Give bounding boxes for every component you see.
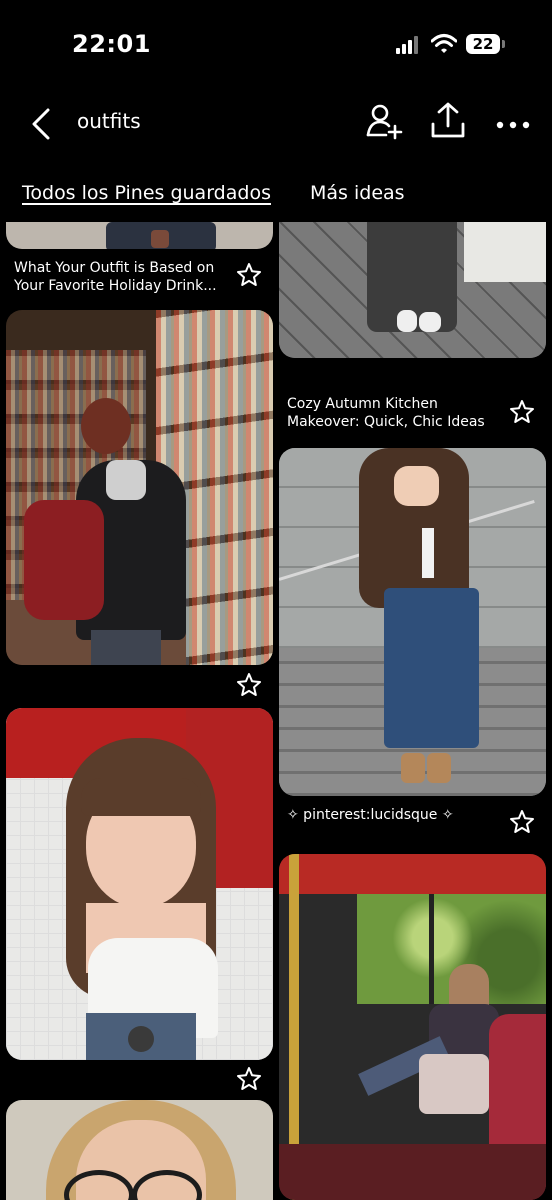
pin-image[interactable]: [279, 222, 546, 358]
board-title: outfits: [77, 109, 141, 133]
status-bar: 22:01 22: [0, 0, 552, 90]
battery-cap: [502, 40, 505, 48]
pin-feed[interactable]: What Your Outfit is Based on Your Favori…: [0, 222, 552, 1200]
board-tabs: Todos los Pines guardados Más ideas: [0, 178, 552, 214]
pin-caption: Cozy Autumn Kitchen Makeover: Quick, Chi…: [287, 396, 485, 430]
battery-indicator: 22: [466, 34, 500, 54]
pin-caption: What Your Outfit is Based on Your Favori…: [14, 260, 217, 294]
add-collaborator-icon[interactable]: [364, 100, 404, 140]
more-options-icon[interactable]: [494, 100, 534, 140]
back-arrow-icon[interactable]: [28, 102, 58, 142]
tab-all-saved-pins[interactable]: Todos los Pines guardados: [22, 182, 271, 204]
wifi-icon: [431, 34, 457, 53]
star-icon[interactable]: [509, 399, 535, 425]
pin-image[interactable]: [6, 222, 273, 249]
pin-image[interactable]: [279, 854, 546, 1200]
star-icon[interactable]: [509, 809, 535, 835]
pin-image[interactable]: [279, 448, 546, 796]
board-header: outfits: [0, 96, 552, 152]
pin-image[interactable]: [6, 1100, 273, 1200]
star-icon[interactable]: [236, 262, 262, 288]
pin-image[interactable]: [6, 708, 273, 1060]
cellular-signal-icon: [396, 36, 422, 54]
pin-image[interactable]: [6, 310, 273, 665]
status-time: 22:01: [72, 30, 151, 58]
share-icon[interactable]: [428, 100, 468, 140]
star-icon[interactable]: [236, 1066, 262, 1092]
tab-more-ideas[interactable]: Más ideas: [310, 182, 405, 204]
star-icon[interactable]: [236, 672, 262, 698]
pin-caption: ✧ pinterest:lucidsque ✧: [287, 807, 454, 823]
